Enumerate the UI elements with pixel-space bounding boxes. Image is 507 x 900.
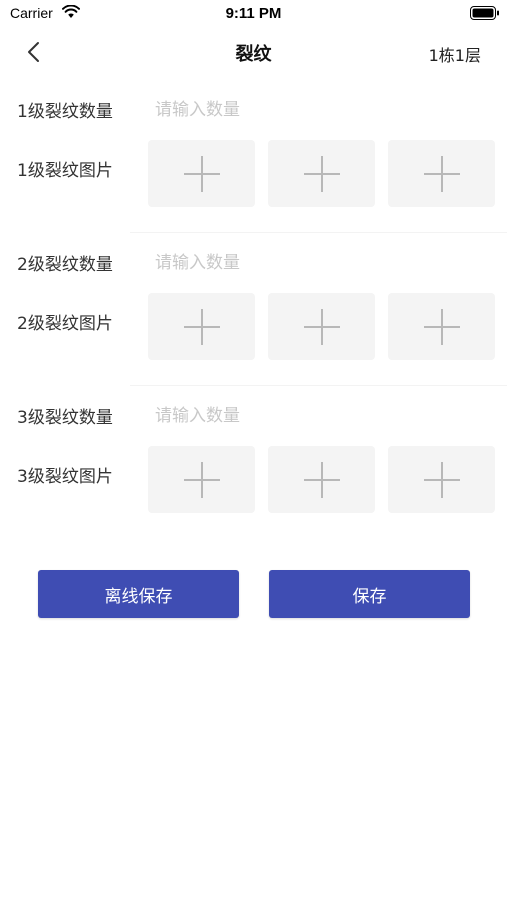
level-2-add-photo-button-2[interactable]: [268, 293, 375, 360]
status-bar: Carrier 9:11 PM: [0, 0, 507, 28]
battery-icon: [470, 6, 499, 20]
navigation-bar: 裂纹 1栋1层: [0, 28, 507, 76]
level-2-count-input[interactable]: [153, 245, 487, 281]
crack-form: 1级裂纹数量 1级裂纹图片 2级裂纹数量 2级裂纹图片 3级: [0, 80, 507, 539]
offline-save-button[interactable]: 离线保存: [38, 570, 239, 618]
level-2-count-label: 2级裂纹数量: [17, 255, 113, 275]
plus-icon: [184, 462, 220, 498]
plus-icon: [424, 462, 460, 498]
level-2-image-row: 2级裂纹图片: [0, 293, 507, 386]
level-3-add-photo-button-3[interactable]: [388, 446, 495, 513]
plus-icon: [424, 156, 460, 192]
level-3-count-label: 3级裂纹数量: [17, 408, 113, 428]
level-3-count-row: 3级裂纹数量: [0, 386, 507, 446]
status-time: 9:11 PM: [225, 5, 282, 22]
level-3-count-input[interactable]: [153, 398, 487, 434]
level-1-add-photo-button-3[interactable]: [388, 140, 495, 207]
level-1-count-label: 1级裂纹数量: [17, 102, 113, 122]
plus-icon: [304, 309, 340, 345]
level-1-count-input[interactable]: [153, 92, 487, 128]
level-2-add-photo-button-1[interactable]: [148, 293, 255, 360]
level-2-add-photo-button-3[interactable]: [388, 293, 495, 360]
plus-icon: [184, 156, 220, 192]
level-1-image-row: 1级裂纹图片: [0, 140, 507, 233]
level-1-image-label: 1级裂纹图片: [17, 161, 113, 181]
level-3-image-row: 3级裂纹图片: [0, 446, 507, 539]
level-3-add-photo-button-1[interactable]: [148, 446, 255, 513]
level-2-image-label: 2级裂纹图片: [17, 314, 113, 334]
plus-icon: [304, 462, 340, 498]
building-floor-label: 1栋1层: [428, 46, 481, 65]
level-1-add-photo-button-2[interactable]: [268, 140, 375, 207]
level-3-image-label: 3级裂纹图片: [17, 467, 113, 487]
plus-icon: [424, 309, 460, 345]
level-1-add-photo-button-1[interactable]: [148, 140, 255, 207]
plus-icon: [184, 309, 220, 345]
level-1-count-row: 1级裂纹数量: [0, 80, 507, 140]
level-2-count-row: 2级裂纹数量: [0, 233, 507, 293]
plus-icon: [304, 156, 340, 192]
save-button[interactable]: 保存: [269, 570, 470, 618]
level-3-add-photo-button-2[interactable]: [268, 446, 375, 513]
